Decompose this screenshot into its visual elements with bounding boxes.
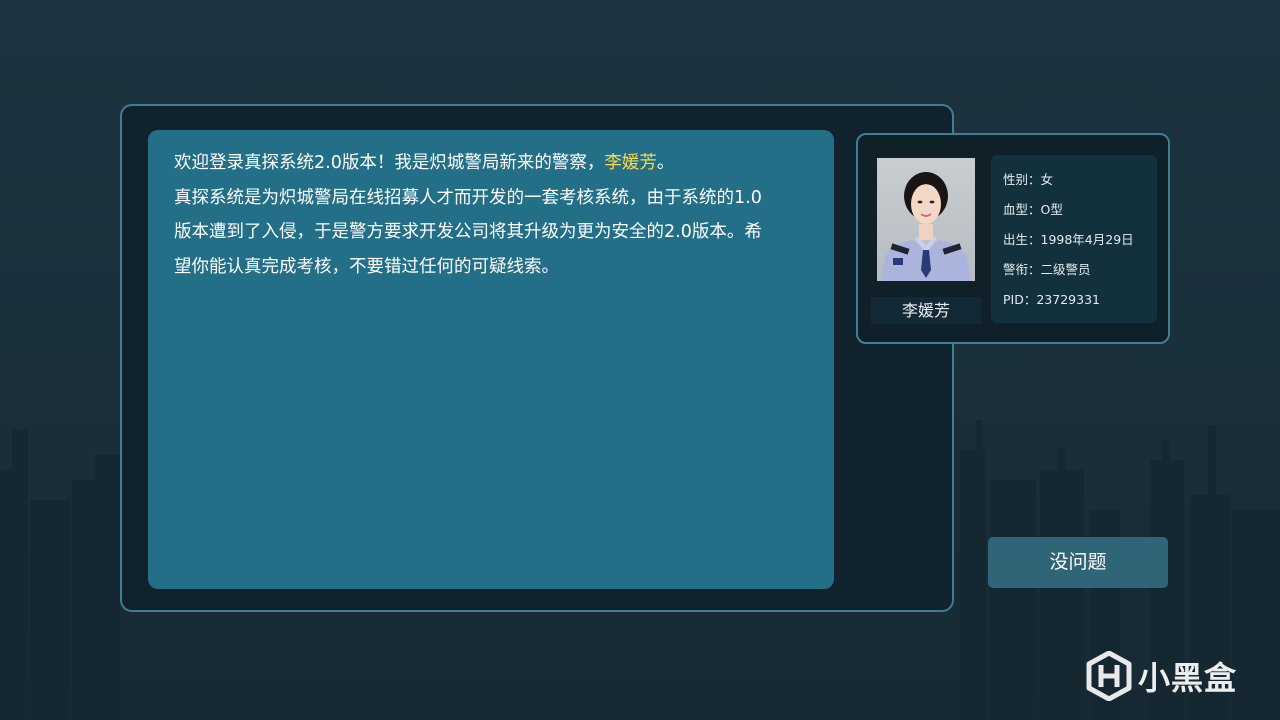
- watermark-text: 小黑盒: [1138, 659, 1238, 697]
- officer-name-tag: 李媛芳: [871, 297, 981, 324]
- info-pid: PID：23729331: [1003, 292, 1100, 307]
- info-rank: 警衔：二级警员: [1003, 262, 1091, 277]
- officer-info: 性别：女 血型：O型 出生：1998年4月29日 警衔：二级警员 PID：237…: [991, 155, 1157, 323]
- xiaoheihe-logo-icon: [1086, 651, 1132, 701]
- highlighted-name: 李媛芳: [604, 153, 657, 173]
- officer-photo: [877, 158, 975, 281]
- dialog-box: 欢迎登录真探系统2.0版本！我是炽城警局新来的警察，李媛芳。 真探系统是为炽城警…: [148, 130, 834, 589]
- confirm-button[interactable]: 没问题: [988, 537, 1168, 588]
- dialog-text: 。: [656, 153, 675, 173]
- dialog-text: 欢迎登录真探系统2.0版本！我是炽城警局新来的警察，: [174, 153, 605, 173]
- info-blood-type: 血型：O型: [1003, 202, 1063, 217]
- dialog-line-3: 版本遭到了入侵，于是警方要求开发公司将其升级为更为安全的2.0版本。希: [174, 222, 762, 242]
- info-gender: 性别：女: [1003, 172, 1054, 187]
- dialog-line-4: 望你能认真完成考核，不要错过任何的可疑线索。: [174, 256, 559, 277]
- watermark: 小黑盒: [1086, 648, 1237, 704]
- dialog-line-2: 真探系统是为炽城警局在线招募人才而开发的一套考核系统，由于系统的1.0: [174, 187, 762, 208]
- dialog-line-1: 欢迎登录真探系统2.0版本！我是炽城警局新来的警察，李媛芳。: [174, 146, 808, 181]
- info-birth-date: 出生：1998年4月29日: [1003, 232, 1134, 247]
